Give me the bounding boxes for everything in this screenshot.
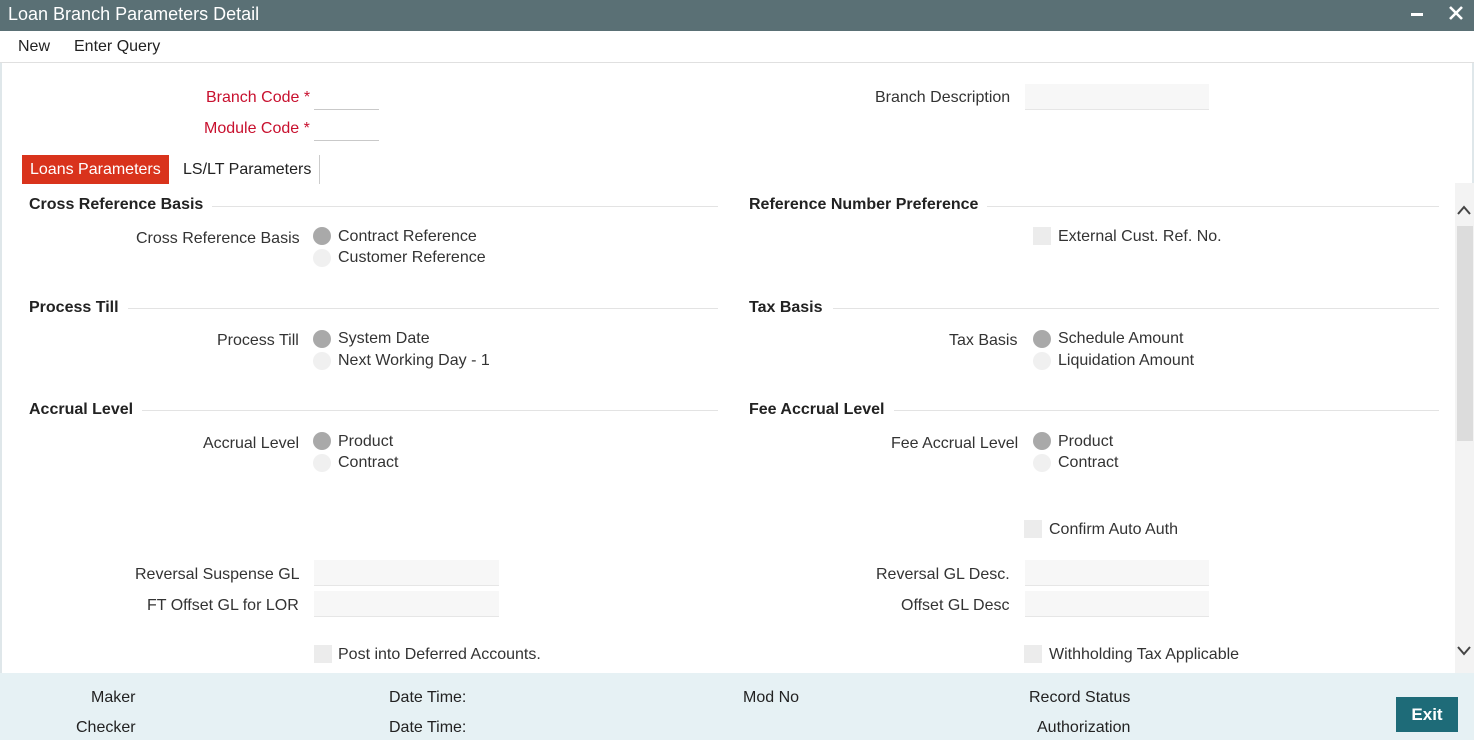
branch-description-label: Branch Description bbox=[875, 89, 1011, 106]
section-divider bbox=[128, 308, 718, 309]
post-deferred-checkbox[interactable] bbox=[314, 645, 332, 663]
radio-accrual-product[interactable] bbox=[313, 432, 331, 450]
section-divider bbox=[212, 206, 718, 207]
section-title-accrual-level: Accrual Level bbox=[29, 401, 134, 418]
checker-date-time-label: Date Time: bbox=[389, 719, 467, 736]
chevron-down-icon[interactable] bbox=[1456, 641, 1472, 662]
option-liquidation-amount: Liquidation Amount bbox=[1058, 352, 1195, 369]
section-title-tax-basis: Tax Basis bbox=[749, 299, 823, 316]
cross-reference-basis-label: Cross Reference Basis bbox=[136, 230, 300, 247]
option-system-date: System Date bbox=[338, 330, 430, 347]
offset-gl-desc-label: Offset GL Desc bbox=[901, 597, 1010, 614]
menu-bar: New Enter Query bbox=[0, 31, 1474, 63]
minimize-icon[interactable] bbox=[1410, 3, 1424, 29]
branch-description-input[interactable] bbox=[1025, 84, 1209, 110]
checker-label: Checker bbox=[76, 719, 136, 736]
new-menu-item[interactable]: New bbox=[18, 38, 50, 56]
title-bar: Loan Branch Parameters Detail bbox=[0, 0, 1474, 31]
withholding-tax-label: Withholding Tax Applicable bbox=[1049, 646, 1240, 663]
enter-query-menu-item[interactable]: Enter Query bbox=[74, 38, 160, 56]
withholding-tax-checkbox[interactable] bbox=[1024, 645, 1042, 663]
exit-button[interactable]: Exit bbox=[1396, 697, 1458, 732]
module-code-label: Module Code * bbox=[204, 120, 310, 137]
radio-fee-accrual-contract[interactable] bbox=[1033, 454, 1051, 472]
process-till-label: Process Till bbox=[217, 332, 299, 349]
radio-liquidation-amount[interactable] bbox=[1033, 352, 1051, 370]
option-next-working-day: Next Working Day - 1 bbox=[338, 352, 490, 369]
branch-code-input[interactable] bbox=[314, 84, 379, 110]
maker-date-time-label: Date Time: bbox=[389, 689, 467, 706]
branch-code-label: Branch Code * bbox=[206, 89, 311, 106]
confirm-auto-auth-checkbox[interactable] bbox=[1024, 520, 1042, 538]
external-cust-ref-checkbox[interactable] bbox=[1033, 227, 1051, 245]
window-title: Loan Branch Parameters Detail bbox=[8, 4, 260, 24]
reversal-suspense-gl-label: Reversal Suspense GL bbox=[135, 566, 300, 583]
section-title-reference-number: Reference Number Preference bbox=[749, 196, 979, 213]
option-accrual-product: Product bbox=[338, 433, 394, 450]
radio-contract-reference[interactable] bbox=[313, 227, 331, 245]
module-code-input[interactable] bbox=[314, 115, 379, 141]
radio-schedule-amount[interactable] bbox=[1033, 330, 1051, 348]
confirm-auto-auth-label: Confirm Auto Auth bbox=[1049, 521, 1178, 538]
accrual-level-label: Accrual Level bbox=[203, 435, 300, 452]
reversal-suspense-gl-input[interactable] bbox=[314, 560, 499, 586]
option-customer-reference: Customer Reference bbox=[338, 249, 486, 266]
ft-offset-gl-label: FT Offset GL for LOR bbox=[147, 597, 299, 614]
radio-accrual-contract[interactable] bbox=[313, 454, 331, 472]
post-deferred-label: Post into Deferred Accounts. bbox=[338, 646, 541, 663]
maker-label: Maker bbox=[91, 689, 136, 706]
section-divider bbox=[987, 206, 1439, 207]
audit-footer: Maker Checker Date Time: Date Time: Mod … bbox=[0, 673, 1474, 740]
main-content: Branch Code * Module Code * Branch Descr… bbox=[0, 63, 1474, 673]
tab-loans-parameters[interactable]: Loans Parameters bbox=[22, 155, 169, 184]
record-status-label: Record Status bbox=[1029, 689, 1131, 706]
scrollbar-thumb[interactable] bbox=[1457, 226, 1473, 441]
close-icon[interactable] bbox=[1447, 3, 1465, 29]
mod-no-label: Mod No bbox=[743, 689, 800, 706]
option-fee-accrual-contract: Contract bbox=[1058, 454, 1119, 471]
section-title-fee-accrual-level: Fee Accrual Level bbox=[749, 401, 885, 418]
tab-ls-lt-parameters[interactable]: LS/LT Parameters bbox=[175, 155, 321, 184]
tax-basis-label: Tax Basis bbox=[949, 332, 1018, 349]
section-title-cross-reference: Cross Reference Basis bbox=[29, 196, 204, 213]
radio-next-working-day[interactable] bbox=[313, 352, 331, 370]
section-divider bbox=[833, 308, 1439, 309]
option-fee-accrual-product: Product bbox=[1058, 433, 1114, 450]
chevron-up-icon[interactable] bbox=[1456, 200, 1472, 221]
ft-offset-gl-input[interactable] bbox=[314, 591, 499, 617]
external-cust-ref-label: External Cust. Ref. No. bbox=[1058, 228, 1222, 245]
option-contract-reference: Contract Reference bbox=[338, 228, 477, 245]
reversal-gl-desc-input[interactable] bbox=[1025, 560, 1209, 586]
radio-system-date[interactable] bbox=[313, 330, 331, 348]
section-divider bbox=[142, 410, 718, 411]
section-divider bbox=[894, 410, 1439, 411]
option-schedule-amount: Schedule Amount bbox=[1058, 330, 1184, 347]
radio-fee-accrual-product[interactable] bbox=[1033, 432, 1051, 450]
section-title-process-till: Process Till bbox=[29, 299, 119, 316]
reversal-gl-desc-label: Reversal GL Desc. bbox=[876, 566, 1010, 583]
offset-gl-desc-input[interactable] bbox=[1025, 591, 1209, 617]
fee-accrual-level-label: Fee Accrual Level bbox=[891, 435, 1019, 452]
option-accrual-contract: Contract bbox=[338, 454, 399, 471]
radio-customer-reference[interactable] bbox=[313, 249, 331, 267]
authorization-label: Authorization bbox=[1037, 719, 1131, 736]
